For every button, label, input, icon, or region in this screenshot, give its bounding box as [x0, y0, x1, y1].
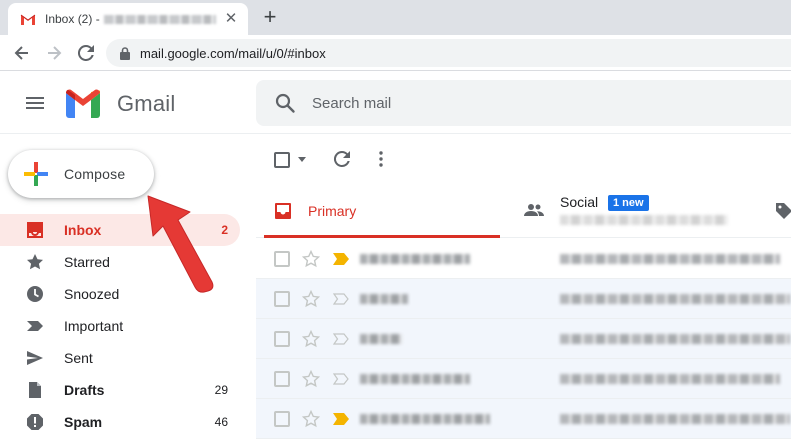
- sidebar-item-label: Important: [64, 318, 124, 334]
- important-marker-icon[interactable]: [333, 253, 349, 265]
- address-bar[interactable]: mail.google.com/mail/u/0/#inbox: [106, 39, 791, 67]
- social-preview-redacted: [560, 215, 728, 225]
- browser-tab-bar: Inbox (2) - ✕ +: [0, 0, 791, 35]
- send-icon: [27, 351, 43, 365]
- subject-redacted: [560, 254, 780, 264]
- sidebar-item-important[interactable]: Important: [0, 310, 240, 342]
- subject-redacted: [560, 414, 790, 424]
- more-options-icon[interactable]: [372, 150, 390, 168]
- refresh-icon[interactable]: [332, 149, 352, 169]
- spam-icon: [27, 414, 43, 430]
- gmail-header: Gmail: [0, 72, 791, 134]
- sidebar-item-label: Drafts: [64, 382, 105, 398]
- star-outline-icon[interactable]: [302, 330, 320, 348]
- sidebar-item-sent[interactable]: Sent: [0, 342, 240, 374]
- subject-redacted: [560, 294, 790, 304]
- clock-icon: [27, 286, 43, 302]
- row-checkbox[interactable]: [274, 331, 290, 347]
- forward-button[interactable]: [42, 41, 66, 65]
- select-all-checkbox[interactable]: [274, 152, 290, 168]
- drafts-count: 29: [214, 383, 228, 397]
- row-checkbox[interactable]: [274, 411, 290, 427]
- new-tab-button[interactable]: +: [259, 6, 281, 28]
- email-row[interactable]: [256, 399, 791, 439]
- important-outline-icon[interactable]: [333, 333, 349, 345]
- gmail-favicon-icon: [20, 14, 36, 25]
- browser-toolbar: mail.google.com/mail/u/0/#inbox: [0, 35, 791, 71]
- plus-icon: [24, 162, 48, 186]
- email-list: [256, 239, 791, 439]
- important-outline-icon[interactable]: [333, 293, 349, 305]
- important-marker-icon[interactable]: [333, 413, 349, 425]
- search-bar[interactable]: [256, 80, 791, 126]
- sidebar-item-drafts[interactable]: Drafts 29: [0, 374, 240, 406]
- sidebar-item-label: Snoozed: [64, 286, 120, 302]
- row-checkbox[interactable]: [274, 251, 290, 267]
- tag-icon[interactable]: [776, 203, 791, 219]
- sender-redacted: [360, 254, 470, 264]
- draft-icon: [29, 382, 41, 398]
- gmail-wordmark: Gmail: [117, 91, 176, 116]
- star-icon: [27, 254, 43, 270]
- sender-redacted: [360, 414, 490, 424]
- spam-count: 46: [214, 415, 228, 429]
- reload-button[interactable]: [74, 41, 98, 65]
- inbox-icon: [27, 222, 43, 238]
- subject-redacted: [560, 334, 790, 344]
- reload-icon: [78, 45, 94, 61]
- email-row[interactable]: [256, 319, 791, 359]
- compose-label: Compose: [64, 166, 126, 182]
- sender-redacted: [360, 294, 408, 304]
- browser-tab[interactable]: Inbox (2) - ✕: [8, 3, 248, 35]
- search-input[interactable]: [312, 92, 612, 114]
- email-row[interactable]: [256, 359, 791, 399]
- tab-primary-label: Primary: [308, 203, 357, 219]
- tab-primary[interactable]: Primary: [264, 182, 500, 238]
- sender-redacted: [360, 374, 470, 384]
- tab-title-redacted: [103, 14, 216, 24]
- sidebar-item-spam[interactable]: Spam 46: [0, 406, 240, 438]
- inbox-icon: [275, 203, 291, 219]
- annotation-arrow-icon: [147, 195, 214, 293]
- unread-count: 2: [221, 223, 228, 237]
- email-row[interactable]: [256, 279, 791, 319]
- category-tabs: Primary Social 1 new: [256, 182, 791, 238]
- subject-redacted: [560, 374, 780, 384]
- star-outline-icon[interactable]: [302, 370, 320, 388]
- compose-button[interactable]: Compose: [8, 150, 154, 198]
- search-icon[interactable]: [274, 92, 296, 114]
- gmail-logo-icon[interactable]: [64, 88, 102, 118]
- sidebar-item-label: Spam: [64, 414, 103, 430]
- star-outline-icon[interactable]: [302, 410, 320, 428]
- people-icon: [524, 204, 544, 216]
- main-menu-icon[interactable]: [24, 93, 46, 113]
- tab-title: Inbox (2) -: [45, 12, 100, 26]
- sidebar-item-label: Inbox: [64, 222, 102, 238]
- back-arrow-icon: [14, 46, 28, 60]
- sidebar-item-label: Starred: [64, 254, 110, 270]
- back-button[interactable]: [10, 41, 34, 65]
- tab-close-icon[interactable]: ✕: [222, 10, 240, 28]
- important-icon: [27, 321, 43, 331]
- tab-social[interactable]: Social 1 new: [522, 182, 762, 238]
- tab-social-label: Social: [560, 194, 599, 210]
- sidebar-item-label: Sent: [64, 350, 93, 366]
- sender-redacted: [360, 334, 402, 344]
- new-count-badge: 1 new: [608, 195, 649, 211]
- email-row[interactable]: [256, 239, 791, 279]
- mail-toolbar: [256, 138, 791, 182]
- select-dropdown-icon[interactable]: [298, 157, 306, 162]
- star-outline-icon[interactable]: [302, 290, 320, 308]
- star-outline-icon[interactable]: [302, 250, 320, 268]
- lock-icon: [120, 46, 130, 60]
- url-text: mail.google.com/mail/u/0/#inbox: [140, 45, 326, 61]
- row-checkbox[interactable]: [274, 371, 290, 387]
- row-checkbox[interactable]: [274, 291, 290, 307]
- important-outline-icon[interactable]: [333, 373, 349, 385]
- forward-arrow-icon: [48, 46, 62, 60]
